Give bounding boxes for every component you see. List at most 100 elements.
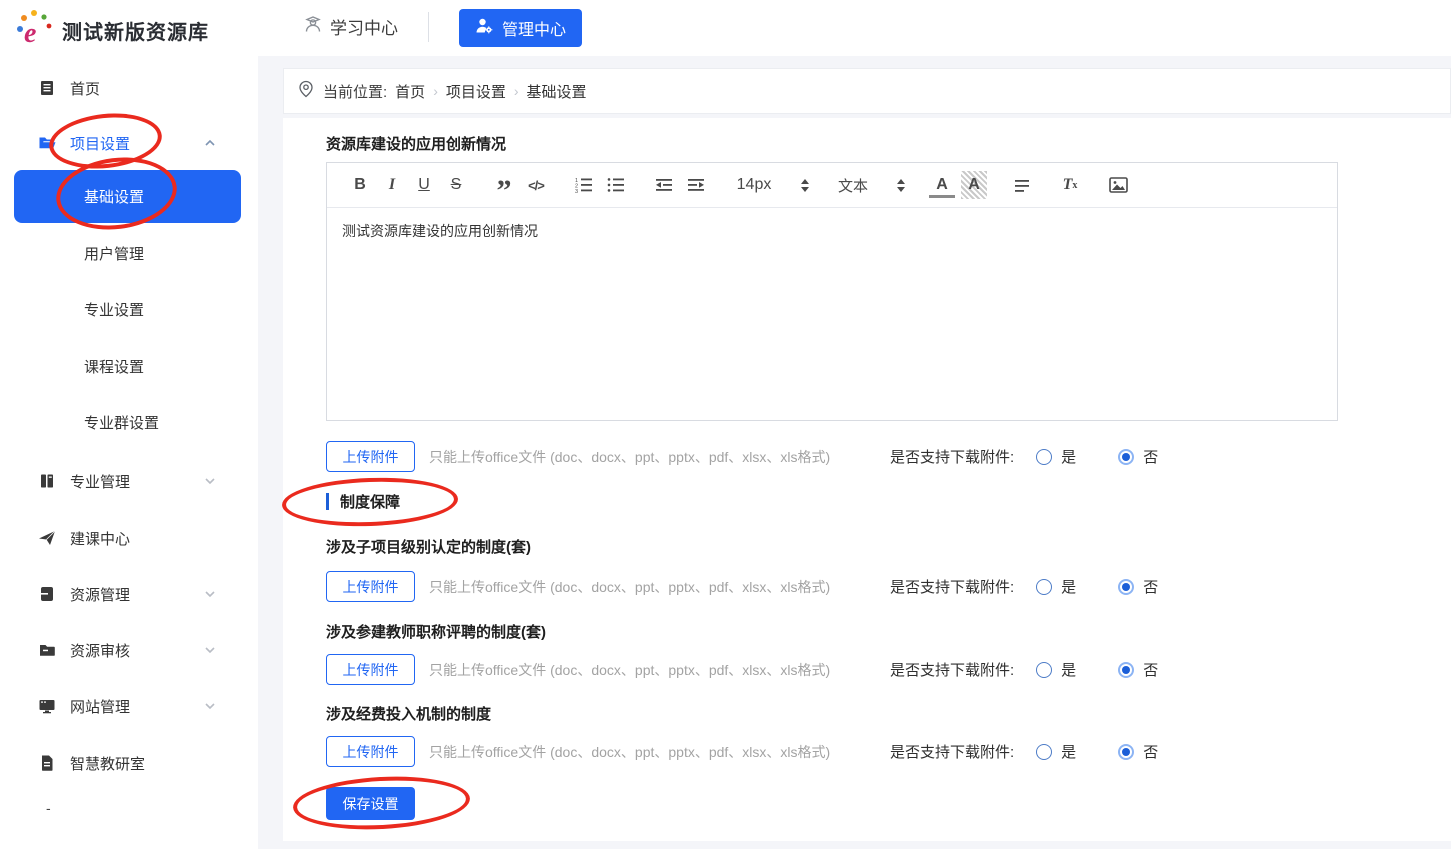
nav-learning-center[interactable]: 学习中心 [303,14,398,39]
upload-hint: 只能上传office文件 (doc、docx、ppt、pptx、pdf、xlsx… [429,577,830,597]
radio-circle-selected [1118,449,1134,465]
radio-no-selected[interactable]: 否 [1118,446,1158,467]
breadcrumb-project-settings[interactable]: 项目设置 [446,81,506,102]
nav-divider [428,12,429,42]
chevron-down-icon [203,474,217,488]
sidebar-item-website-management[interactable]: 网站管理 [0,692,258,720]
italic-icon[interactable]: I [379,171,405,199]
blockquote-icon[interactable]: ” [491,171,517,199]
indent-icon[interactable] [683,171,709,199]
strikethrough-icon[interactable]: S [443,171,469,199]
radio-circle [1036,449,1052,465]
admin-center-button[interactable]: 管理中心 [459,9,582,47]
radio-no-selected[interactable]: 否 [1118,576,1158,597]
line-height-icon[interactable] [1009,171,1035,199]
bullet-list-icon[interactable] [603,171,629,199]
download-question-label: 是否支持下载附件: [890,741,1014,762]
radio-no-selected[interactable]: 否 [1118,741,1158,762]
sidebar-item-major-settings[interactable]: 专业设置 [0,295,258,323]
radio-yes[interactable]: 是 [1036,741,1076,762]
sidebar-item-label: 课程设置 [84,356,144,377]
archive-icon [38,585,56,603]
chevron-down-icon [203,587,217,601]
radio-circle-selected [1118,662,1134,678]
folder-icon [38,641,56,659]
download-support-group: 是否支持下载附件: 是 否 [890,654,1158,685]
radio-yes-label: 是 [1061,659,1076,680]
download-question-label: 是否支持下载附件: [890,576,1014,597]
sidebar-item-label: 资源审核 [70,640,130,661]
radio-circle-selected [1118,744,1134,760]
breadcrumb-separator: › [433,83,438,99]
sidebar-item-label: 基础设置 [84,186,144,207]
insert-image-icon[interactable] [1105,171,1131,199]
editor-field-label: 资源库建设的应用创新情况 [326,133,506,154]
radio-yes[interactable]: 是 [1036,446,1076,467]
paper-plane-icon [38,529,56,547]
app-root: e 测试新版资源库 学习中心 [0,0,1451,849]
upload-row-1: 上传附件 只能上传office文件 (doc、docx、ppt、pptx、pdf… [326,441,1411,472]
logo-icon: e [14,8,54,53]
field-label-funding: 涉及经费投入机制的制度 [326,703,491,724]
field-label-subproject: 涉及子项目级别认定的制度(套) [326,536,531,557]
radio-circle-selected [1118,579,1134,595]
sidebar-item-course-building-center[interactable]: 建课中心 [0,524,258,552]
sidebar-item-home[interactable]: 首页 [0,74,258,102]
format-stepper-icon[interactable] [897,179,905,192]
outdent-icon[interactable] [651,171,677,199]
top-header: e 测试新版资源库 学习中心 [0,0,1451,56]
format-select[interactable]: 文本 [833,171,873,199]
breadcrumb-basic-settings[interactable]: 基础设置 [527,81,587,102]
upload-attachment-button[interactable]: 上传附件 [326,736,415,767]
section-title: 制度保障 [340,491,400,512]
radio-no-label: 否 [1143,446,1158,467]
upload-attachment-button[interactable]: 上传附件 [326,654,415,685]
upload-attachment-button[interactable]: 上传附件 [326,571,415,602]
editor-content[interactable]: 测试资源库建设的应用创新情况 [327,208,1337,254]
download-support-group: 是否支持下载附件: 是 否 [890,571,1158,602]
section-accent-bar [326,493,329,510]
radio-no-selected[interactable]: 否 [1118,659,1158,680]
section-header: 制度保障 [326,491,400,512]
sidebar-item-basic-settings[interactable]: 基础设置 [14,170,241,223]
download-question-label: 是否支持下载附件: [890,446,1014,467]
book-icon [38,472,56,490]
sidebar-item-project-settings[interactable]: 项目设置 [0,129,258,157]
font-color-icon[interactable]: A [929,176,955,198]
sidebar-item-resource-review[interactable]: 资源审核 [0,636,258,664]
upload-attachment-button[interactable]: 上传附件 [326,441,415,472]
radio-circle [1036,662,1052,678]
sidebar: 首页 项目设置 基础设置 用户管理 专业设置 [0,56,258,849]
nav-learning-center-label: 学习中心 [330,14,398,39]
editor-toolbar: B I U S ” </> 123 [327,163,1337,208]
breadcrumb-prefix: 当前位置: [323,81,387,102]
sidebar-item-resource-management[interactable]: 资源管理 [0,580,258,608]
sidebar-item-label: 专业管理 [70,471,130,492]
save-settings-button[interactable]: 保存设置 [326,787,415,820]
sidebar-item-smart-teaching-room[interactable]: 智慧教研室 [0,749,258,777]
logo: e 测试新版资源库 [14,8,209,53]
settings-form-card: 资源库建设的应用创新情况 B I U S ” </> 123 [283,118,1451,841]
sidebar-item-course-settings[interactable]: 课程设置 [0,352,258,380]
radio-no-label: 否 [1143,741,1158,762]
download-support-group: 是否支持下载附件: 是 否 [890,441,1158,472]
code-view-icon[interactable]: </> [523,171,549,199]
radio-yes[interactable]: 是 [1036,659,1076,680]
sidebar-item-user-management[interactable]: 用户管理 [0,239,258,267]
radio-yes-label: 是 [1061,446,1076,467]
ordered-list-icon[interactable]: 123 [571,171,597,199]
underline-icon[interactable]: U [411,171,437,199]
admin-user-gear-icon [475,16,494,40]
sidebar-item-major-group-settings[interactable]: 专业群设置 [0,408,258,436]
font-size-stepper-icon[interactable] [801,179,809,192]
sidebar-item-major-management[interactable]: 专业管理 [0,467,258,495]
breadcrumb-home[interactable]: 首页 [395,81,425,102]
radio-yes[interactable]: 是 [1036,576,1076,597]
font-size-value[interactable]: 14px [731,171,777,199]
highlight-color-icon[interactable]: A [961,171,987,199]
chevron-up-icon [203,136,217,150]
sidebar-collapsed-item: - [46,800,51,816]
location-pin-icon [297,80,315,102]
clear-format-icon[interactable]: Tx [1057,171,1083,199]
bold-icon[interactable]: B [347,171,373,199]
